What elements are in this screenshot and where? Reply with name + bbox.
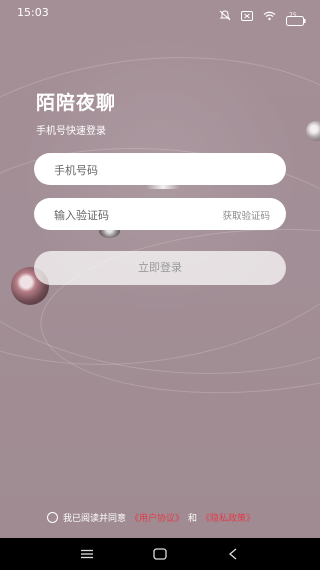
get-code-button[interactable]: 获取验证码 (222, 208, 270, 222)
menu-icon[interactable] (79, 546, 95, 562)
back-icon[interactable] (225, 546, 241, 562)
login-subtitle: 手机号快速登录 (36, 126, 106, 137)
navigation-bar (0, 538, 320, 570)
phone-placeholder: 手机号码 (54, 164, 98, 177)
agreement: 我已阅读并同意 《用户协议》 和 《隐私政策》 (47, 511, 259, 524)
status-icons: 75 (219, 6, 306, 26)
home-icon[interactable] (152, 546, 168, 562)
agreement-radio[interactable] (47, 512, 58, 523)
agreement-prefix: 我已阅读并同意 (63, 514, 127, 524)
code-placeholder: 输入验证码 (54, 209, 109, 222)
agreement-conjunction: 和 (188, 514, 198, 524)
sim-card-icon (241, 6, 253, 25)
user-agreement-link[interactable]: 《用户协议》 (130, 511, 184, 524)
bell-off-icon (219, 6, 231, 25)
app-title: 陌陪夜聊 (36, 92, 117, 114)
login-button[interactable]: 立即登录 (34, 251, 286, 285)
battery-level: 75 (289, 11, 297, 19)
wifi-icon (263, 6, 276, 25)
phone-input[interactable]: 手机号码 (34, 153, 286, 185)
privacy-policy-link[interactable]: 《隐私政策》 (201, 511, 255, 524)
status-bar: 15:03 75 (0, 0, 320, 26)
verification-code-input[interactable]: 输入验证码 获取验证码 (34, 198, 286, 230)
avatar (306, 121, 320, 141)
status-time: 15:03 (17, 6, 49, 19)
battery-icon: 75 (286, 11, 306, 26)
